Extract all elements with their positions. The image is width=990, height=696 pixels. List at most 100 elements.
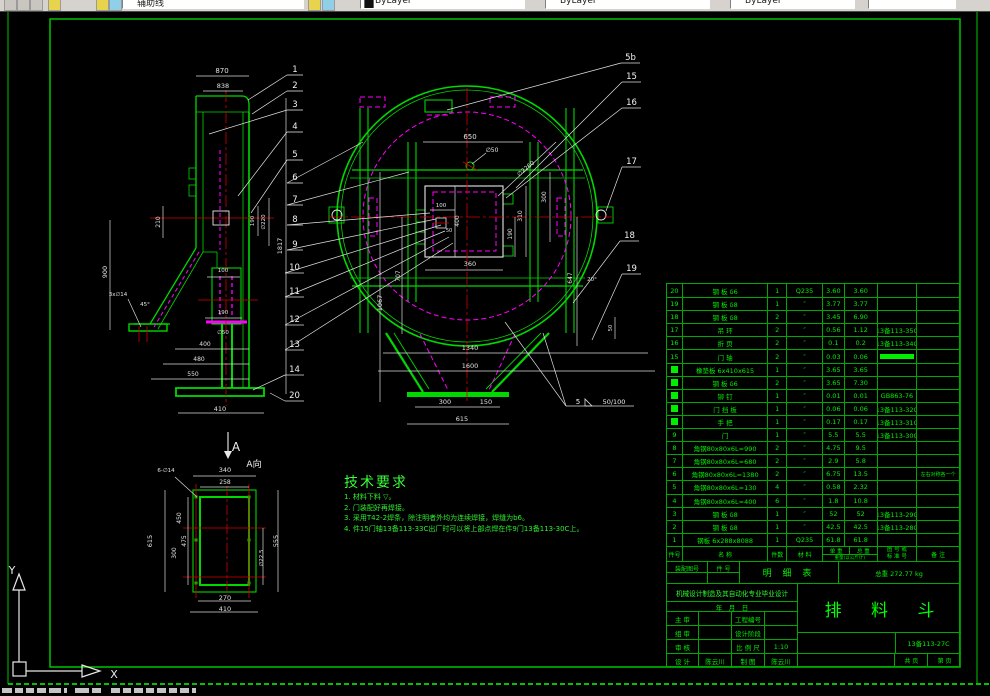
dim-label: 410	[219, 605, 231, 613]
field-value	[765, 612, 797, 625]
bom-cell: 左右对称各一个	[920, 471, 956, 478]
bom-cell	[917, 284, 959, 297]
layers-icon[interactable]	[96, 0, 109, 11]
balloon-leader	[591, 273, 623, 341]
bom-cell	[878, 284, 918, 298]
dim-label: 300	[541, 191, 548, 203]
bom-row: 19 钢 板 δ8 1 ″ 3.77 3.77	[667, 297, 959, 311]
bom-cell: 15	[667, 350, 683, 363]
bom-cell: 2	[768, 324, 788, 337]
bom-cell: 19	[667, 298, 683, 311]
bom-cell: 吊 环	[683, 324, 769, 337]
part-balloon-number: 16	[626, 98, 637, 108]
balloon-leader	[252, 374, 286, 391]
bom-cell	[878, 376, 918, 389]
dim-label: 100	[436, 203, 447, 209]
bom-row: 18 钢 板 δ8 2 ″ 3.45 6.90	[667, 310, 959, 324]
layer-previous-icon[interactable]	[322, 0, 335, 11]
bom-cell: 3.60	[845, 284, 878, 298]
title-block: 装配图号 件 号 明 细 表 总重 272.77 kg 机械设计制造及其自动化专…	[666, 561, 961, 668]
dim-label: 1600	[462, 362, 479, 370]
part-balloon-number: 20	[289, 391, 300, 401]
dim-label: 870	[215, 67, 228, 75]
bom-cell: 3.65	[823, 363, 845, 376]
lineweight-combo[interactable]: ByLayer	[730, 0, 855, 9]
part-balloon-number: 5b	[625, 53, 636, 63]
new-layer-icon[interactable]	[48, 0, 61, 11]
bom-cell: 4	[667, 494, 683, 507]
bom-cell: 6	[768, 494, 788, 507]
dim-label: 647	[567, 272, 574, 284]
bom-header-dwg-no: 图 号 或 标 准 号	[878, 546, 918, 562]
bom-cell: ″	[787, 298, 823, 311]
plotstyle-combo[interactable]	[868, 0, 956, 9]
bom-cell: 1	[768, 363, 788, 376]
dim-label: 475	[181, 535, 188, 547]
bom-cell: 5.5	[823, 429, 845, 442]
page-current: 第 页	[937, 658, 952, 665]
dim-label: ∅50	[217, 330, 229, 336]
dim-label: 400	[454, 215, 461, 227]
command-line-clipped[interactable]	[0, 688, 990, 696]
designer-name: 陈云川	[699, 654, 732, 668]
dim-label: 400	[199, 341, 211, 348]
bom-row: 2钢 板 δ8 1 ″ 42.5 42.5 13备113-28C	[667, 519, 959, 533]
layer-states-icon[interactable]	[109, 0, 122, 11]
bom-row: 8 角钢80x80x6L=990 2 ″ 4.75 9.5	[667, 441, 959, 455]
dim-label: 270	[219, 594, 231, 602]
empty-cell	[798, 654, 896, 667]
bom-cell: 20	[667, 284, 683, 298]
total-weight: 总重 272.77 kg	[875, 569, 923, 578]
bom-cell: 1.12	[845, 324, 878, 337]
balloon-leader	[605, 166, 623, 212]
bom-cell: 13备113-29C	[878, 507, 918, 520]
date-row: 年 月 日	[667, 602, 797, 612]
bom-cell: 13备113-34C	[878, 337, 918, 350]
dim-label: 258	[219, 479, 231, 486]
bom-cell: 橡垫板 6x410x615	[683, 363, 769, 376]
bom-cell: 13备113-32C	[878, 402, 918, 415]
dim-label: 50	[446, 228, 452, 234]
dim-label: 300	[439, 398, 451, 406]
bom-cell: ″	[787, 402, 823, 415]
bom-cell: 0.01	[823, 389, 845, 402]
bom-cell: 1	[768, 298, 788, 311]
dim-label: 340	[219, 466, 231, 474]
color-combo[interactable]: ByLayer	[360, 0, 525, 9]
tech-requirement-item: 3. 采用T42-2焊条，除注明者外均为连续焊接，焊缝为b6。	[344, 514, 529, 522]
dim-label: 6-∅14	[157, 468, 175, 474]
bom-cell: 钢 板 δ8	[683, 311, 769, 324]
bom-cell	[878, 533, 918, 546]
balloon-leader	[247, 74, 288, 101]
dim-label: X	[110, 668, 118, 681]
balloon-leader	[284, 236, 450, 326]
make-layer-current-icon[interactable]	[308, 0, 321, 11]
layer-combo[interactable]: 辅助线	[122, 0, 304, 9]
bom-cell: 6	[667, 468, 683, 481]
bom-row: 门 挡 板 1 ″ 0.06 0.06 13备113-32C	[667, 401, 959, 415]
front-view-dimensions	[378, 141, 655, 425]
bom-header-weight: 单 重 总 重 重量(以公斤计)	[822, 546, 878, 562]
bom-header-remark: 备 注	[931, 551, 946, 559]
bom-cell: 钢板 6x288x8088	[683, 533, 769, 546]
detail-list-label: 明 细 表	[740, 562, 839, 583]
bom-cell: 13.5	[845, 468, 878, 481]
section-arrow	[224, 451, 232, 459]
toolbar-icon[interactable]	[17, 0, 30, 11]
bom-cell	[667, 402, 683, 415]
field-label: 组 审	[667, 626, 699, 639]
bom-cell: ″	[787, 507, 823, 520]
bom-cell: ″	[787, 389, 823, 402]
field-value	[699, 640, 732, 653]
bom-row: 钢 板 δ6 2 ″ 3.65 7.30	[667, 375, 959, 389]
field-label: 设计阶段	[732, 626, 765, 639]
bom-row: 7 角钢80x80x6L=680 2 ″ 2.9 5.8	[667, 454, 959, 468]
bom-cell: 8	[667, 442, 683, 455]
bom-cell: ″	[787, 324, 823, 337]
part-balloon-number: 8	[292, 215, 297, 225]
toolbar-icon[interactable]	[30, 0, 43, 11]
linetype-combo-value: ByLayer	[560, 0, 597, 6]
linetype-combo[interactable]: ByLayer	[545, 0, 710, 9]
toolbar-icon[interactable]	[4, 0, 17, 11]
bom-cell: 0.03	[823, 350, 845, 363]
